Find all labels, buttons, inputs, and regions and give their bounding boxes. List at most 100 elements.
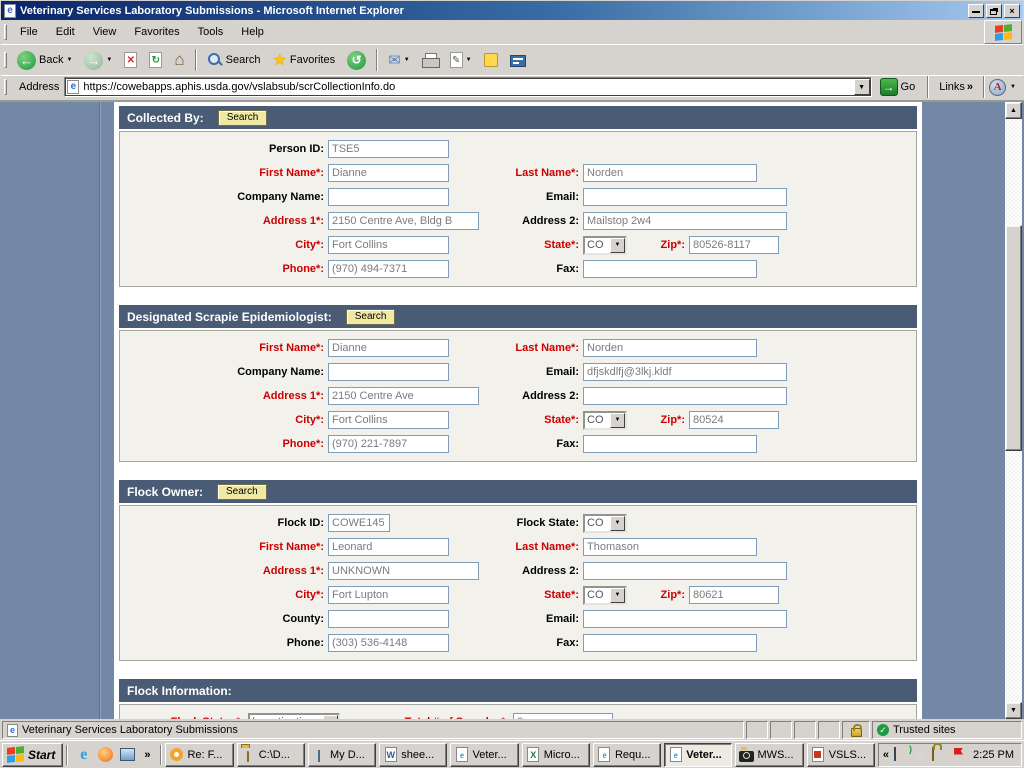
fax-field[interactable] — [583, 260, 757, 278]
links-label[interactable]: Links — [939, 81, 965, 93]
quick-launch-overflow-icon[interactable]: » — [141, 749, 153, 761]
alert-flag-tray-icon[interactable] — [951, 748, 965, 762]
taskbar-button-mws[interactable]: MWS... — [735, 743, 803, 767]
go-button[interactable]: → Go — [876, 77, 920, 97]
favorites-button[interactable]: ★ Favorites — [267, 47, 342, 74]
address-2-field[interactable]: Mailstop 2w4 — [583, 212, 787, 230]
taskbar-button-micro[interactable]: XMicro... — [522, 743, 590, 767]
fax-field[interactable] — [583, 634, 757, 652]
person-id-field[interactable]: TSE5 — [328, 140, 449, 158]
toolbar-grip[interactable] — [4, 52, 7, 68]
state-select[interactable]: CO▼ — [583, 236, 627, 255]
dropdown-arrow-icon[interactable]: ▼ — [323, 715, 338, 720]
mail-dropdown-icon[interactable]: ▼ — [404, 57, 410, 63]
taskbar-button-re-f[interactable]: Re: F... — [165, 743, 233, 767]
back-button[interactable]: ← Back ▼ — [11, 47, 78, 74]
edit-button[interactable]: ✎ ▼ — [444, 47, 478, 74]
back-dropdown-icon[interactable]: ▼ — [66, 57, 72, 63]
close-button[interactable]: × — [1004, 4, 1020, 18]
address-1-field[interactable]: 2150 Centre Ave — [328, 387, 479, 405]
last-name-field[interactable]: Norden — [583, 339, 757, 357]
tray-collapse-icon[interactable]: « — [883, 749, 889, 761]
taskbar-button-requ[interactable]: eRequ... — [593, 743, 661, 767]
company-name-field[interactable] — [328, 188, 449, 206]
city-field[interactable]: Fort Collins — [328, 236, 449, 254]
menu-tools[interactable]: Tools — [189, 23, 233, 41]
flock-id-field[interactable]: COWE145 — [328, 514, 390, 532]
phone-field[interactable]: (970) 221-7897 — [328, 435, 449, 453]
phone-field[interactable]: (970) 494-7371 — [328, 260, 449, 278]
print-button[interactable] — [416, 47, 444, 74]
adobe-acrobat-icon[interactable]: A — [989, 79, 1006, 96]
company-name-field[interactable] — [328, 363, 449, 381]
quick-launch-ie-icon[interactable]: e — [75, 746, 92, 763]
edit-dropdown-icon[interactable]: ▼ — [466, 57, 472, 63]
email-field[interactable]: dfjskdlfj@3lkj.kldf — [583, 363, 787, 381]
minimize-button[interactable] — [968, 4, 984, 18]
taskbar-button-veter[interactable]: eVeter... — [450, 743, 518, 767]
scroll-up-icon[interactable]: ▲ — [1005, 102, 1022, 119]
city-field[interactable]: Fort Lupton — [328, 586, 449, 604]
taskbar-button-vsls[interactable]: VSLS... — [807, 743, 875, 767]
last-name-field[interactable]: Norden — [583, 164, 757, 182]
address-1-field[interactable]: 2150 Centre Ave, Bldg B — [328, 212, 479, 230]
address-2-field[interactable] — [583, 387, 787, 405]
first-name-field[interactable]: Dianne — [328, 339, 449, 357]
forward-button[interactable]: → ▼ — [78, 47, 118, 74]
address-2-field[interactable] — [583, 562, 787, 580]
taskbar-button-veter[interactable]: eVeter... — [664, 743, 732, 767]
history-button[interactable]: ↺ — [341, 47, 372, 74]
phone-field[interactable]: (303) 536-4148 — [328, 634, 449, 652]
address-url[interactable]: https://cowebapps.aphis.usda.gov/vslabsu… — [83, 81, 853, 93]
email-field[interactable] — [583, 610, 787, 628]
dropdown-arrow-icon[interactable]: ▼ — [610, 238, 625, 253]
menu-favorites[interactable]: Favorites — [125, 23, 188, 41]
fax-field[interactable] — [583, 435, 757, 453]
restore-button[interactable] — [986, 4, 1002, 18]
stop-button[interactable]: ✕ — [118, 47, 143, 74]
first-name-field[interactable]: Leonard — [328, 538, 449, 556]
menu-edit[interactable]: Edit — [47, 23, 84, 41]
city-field[interactable]: Fort Collins — [328, 411, 449, 429]
taskbar-button-c-d[interactable]: C:\D... — [237, 743, 305, 767]
zip-field[interactable]: 80621 — [689, 586, 779, 604]
research-button[interactable] — [504, 47, 532, 74]
flock-status-select[interactable]: Investigation▼ — [248, 713, 340, 720]
dropdown-arrow-icon[interactable]: ▼ — [610, 413, 625, 428]
email-field[interactable] — [583, 188, 787, 206]
county-field[interactable] — [328, 610, 449, 628]
scrollbar-thumb[interactable] — [1005, 225, 1022, 451]
camera-tray-icon[interactable] — [913, 748, 927, 762]
network-tray-icon[interactable] — [894, 748, 908, 762]
address-field[interactable]: e https://cowebapps.aphis.usda.gov/vslab… — [64, 77, 871, 97]
quick-launch-firefox-icon[interactable] — [97, 746, 114, 763]
search-button[interactable]: Search — [218, 110, 268, 126]
taskbar-button-shee[interactable]: Wshee... — [379, 743, 447, 767]
flock-state-select[interactable]: CO▼ — [583, 514, 627, 533]
menu-view[interactable]: View — [84, 23, 126, 41]
notes-button[interactable] — [478, 47, 504, 74]
adobe-dropdown-icon[interactable]: ▼ — [1010, 84, 1016, 90]
menu-help[interactable]: Help — [232, 23, 273, 41]
last-name-field[interactable]: Thomason — [583, 538, 757, 556]
taskbar-button-my-d[interactable]: My D... — [308, 743, 376, 767]
vertical-scrollbar[interactable]: ▲ ▼ — [1005, 102, 1022, 719]
menu-file[interactable]: File — [11, 23, 47, 41]
address-1-field[interactable]: UNKNOWN — [328, 562, 479, 580]
zip-field[interactable]: 80524 — [689, 411, 779, 429]
links-overflow-icon[interactable]: » — [967, 81, 973, 93]
menu-grip[interactable] — [4, 24, 7, 40]
address-dropdown-icon[interactable]: ▼ — [854, 79, 870, 95]
security-lock-tray-icon[interactable] — [932, 748, 946, 762]
search-button[interactable]: Search — [346, 309, 396, 325]
quick-launch-app-icon[interactable] — [119, 746, 136, 763]
start-button[interactable]: Start — [2, 743, 63, 767]
dropdown-arrow-icon[interactable]: ▼ — [610, 516, 625, 531]
home-button[interactable]: ⌂ — [168, 47, 190, 74]
total-of-samples-field[interactable]: 2 — [513, 713, 613, 719]
search-button[interactable]: Search — [217, 484, 267, 500]
mail-button[interactable]: ✉ ▼ — [382, 47, 416, 74]
search-button[interactable]: Search — [201, 47, 267, 74]
refresh-button[interactable]: ↻ — [143, 47, 168, 74]
dropdown-arrow-icon[interactable]: ▼ — [610, 588, 625, 603]
